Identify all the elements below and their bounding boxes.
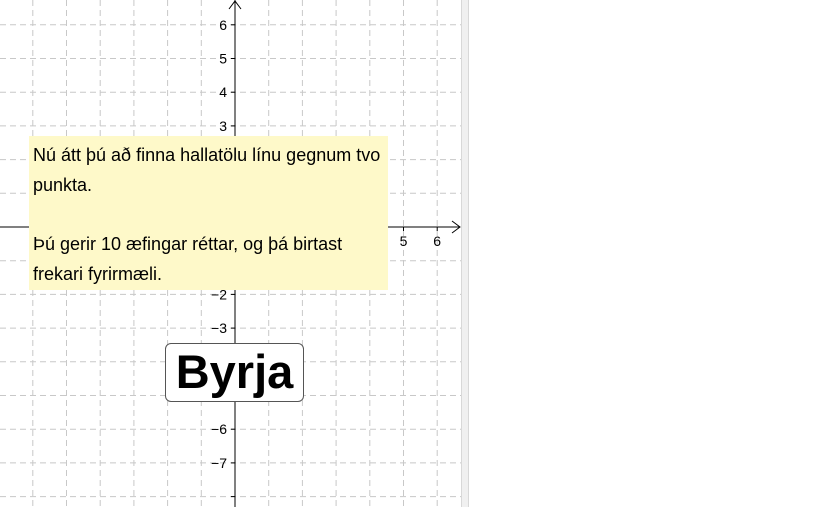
panel-divider[interactable] [461, 0, 469, 507]
y-tick-label: −6 [211, 421, 227, 437]
y-tick-label: −3 [211, 320, 227, 336]
y-tick-label: 3 [219, 118, 227, 134]
graphics-view[interactable]: 5 6 6 5 4 3 −2 −3 −6 −7 Nú átt þú að finna hallat… [0, 0, 466, 507]
x-tick-label: 6 [433, 233, 441, 249]
instructions-paragraph-2: Þú gerir 10 æfingar réttar, og þá birtas… [33, 234, 343, 284]
y-tick-label: 6 [219, 17, 227, 33]
y-tick-label: 4 [219, 84, 227, 100]
x-tick-label: 5 [400, 233, 408, 249]
instructions-paragraph-1: Nú átt þú að finna hallatölu línu gegnum… [33, 145, 381, 195]
y-tick-label: −7 [211, 455, 227, 471]
start-button[interactable]: Byrja [165, 343, 304, 402]
right-pane [469, 0, 839, 507]
instructions-note: Nú átt þú að finna hallatölu línu gegnum… [29, 136, 388, 290]
y-tick-label: 5 [219, 51, 227, 67]
